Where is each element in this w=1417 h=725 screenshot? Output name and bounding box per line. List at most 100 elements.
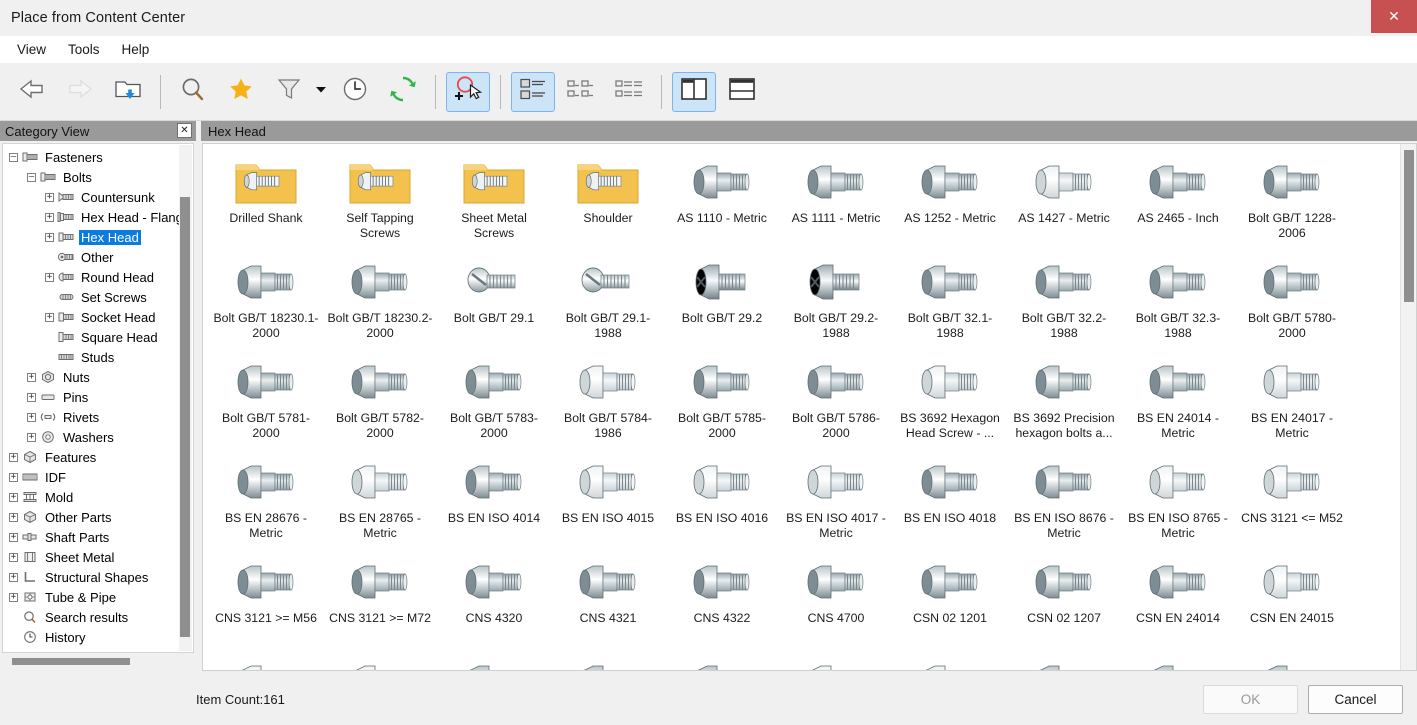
content-item[interactable]: BS EN ISO 8765 - Metric bbox=[1121, 450, 1235, 550]
expand-icon[interactable]: + bbox=[9, 472, 18, 482]
content-item[interactable]: AS 1110 - Metric bbox=[665, 150, 779, 250]
content-item[interactable]: AS 2465 - Inch bbox=[1121, 150, 1235, 250]
content-item[interactable] bbox=[551, 650, 665, 670]
tree-item-history[interactable]: History bbox=[3, 627, 193, 647]
expand-icon[interactable]: + bbox=[9, 532, 18, 542]
search-button[interactable] bbox=[171, 72, 215, 112]
expand-icon[interactable]: + bbox=[9, 512, 18, 522]
content-item[interactable]: BS 3692 Precision hexagon bolts a... bbox=[1007, 350, 1121, 450]
view-list-button[interactable] bbox=[607, 72, 651, 112]
view-tiles-button[interactable] bbox=[511, 71, 555, 112]
content-item[interactable] bbox=[1235, 650, 1349, 670]
view-icons-button[interactable] bbox=[559, 72, 603, 112]
back-button[interactable] bbox=[10, 72, 54, 112]
filter-button[interactable] bbox=[267, 72, 311, 112]
content-item[interactable]: Drilled Shank bbox=[209, 150, 323, 250]
content-item[interactable] bbox=[1007, 650, 1121, 670]
collapse-icon[interactable]: – bbox=[9, 152, 18, 162]
content-item[interactable]: CNS 3121 >= M56 bbox=[209, 550, 323, 650]
content-item[interactable]: CNS 4321 bbox=[551, 550, 665, 650]
content-item[interactable]: CNS 4320 bbox=[437, 550, 551, 650]
tree-item-mold[interactable]: + Mold bbox=[3, 487, 193, 507]
content-item[interactable]: Bolt GB/T 18230.2-2000 bbox=[323, 250, 437, 350]
expand-icon[interactable]: + bbox=[27, 392, 36, 402]
refresh-button[interactable] bbox=[381, 72, 425, 112]
tree-item-studs[interactable]: Studs bbox=[3, 347, 193, 367]
content-item[interactable] bbox=[665, 650, 779, 670]
close-icon[interactable]: ✕ bbox=[1371, 0, 1417, 33]
tree-item-features[interactable]: + Features bbox=[3, 447, 193, 467]
content-item[interactable]: BS EN 28676 - Metric bbox=[209, 450, 323, 550]
content-item[interactable]: Bolt GB/T 5785-2000 bbox=[665, 350, 779, 450]
content-item[interactable]: CNS 3121 <= M52 bbox=[1235, 450, 1349, 550]
content-item[interactable]: BS EN ISO 4014 bbox=[437, 450, 551, 550]
tree-item-bolts[interactable]: – Bolts bbox=[3, 167, 193, 187]
content-item[interactable] bbox=[779, 650, 893, 670]
menu-item-help[interactable]: Help bbox=[111, 39, 161, 60]
content-item[interactable]: AS 1427 - Metric bbox=[1007, 150, 1121, 250]
content-item[interactable]: Bolt GB/T 32.2-1988 bbox=[1007, 250, 1121, 350]
expand-icon[interactable]: + bbox=[9, 492, 18, 502]
content-item[interactable]: Bolt GB/T 5784-1986 bbox=[551, 350, 665, 450]
content-item[interactable]: BS EN 24014 - Metric bbox=[1121, 350, 1235, 450]
tree-item-rivets[interactable]: + Rivets bbox=[3, 407, 193, 427]
layout-horizontal-button[interactable] bbox=[720, 72, 764, 112]
content-item[interactable]: CSN EN 24015 bbox=[1235, 550, 1349, 650]
expand-icon[interactable]: + bbox=[9, 452, 18, 462]
content-item[interactable]: Bolt GB/T 5782-2000 bbox=[323, 350, 437, 450]
tree-item-socket-head[interactable]: + Socket Head bbox=[3, 307, 193, 327]
content-item[interactable]: CSN 02 1207 bbox=[1007, 550, 1121, 650]
content-item[interactable] bbox=[1121, 650, 1235, 670]
tree-item-shaft-parts[interactable]: + Shaft Parts bbox=[3, 527, 193, 547]
content-item[interactable]: CSN EN 24014 bbox=[1121, 550, 1235, 650]
tree-item-other[interactable]: Other bbox=[3, 247, 193, 267]
category-tree-hscrollbar[interactable] bbox=[6, 655, 192, 669]
tree-item-search-results[interactable]: Search results bbox=[3, 607, 193, 627]
content-item[interactable]: Bolt GB/T 32.1-1988 bbox=[893, 250, 1007, 350]
content-item[interactable]: BS 3692 Hexagon Head Screw - ... bbox=[893, 350, 1007, 450]
content-item[interactable]: Bolt GB/T 5786-2000 bbox=[779, 350, 893, 450]
category-tree-hscroll-thumb[interactable] bbox=[12, 658, 130, 665]
content-item[interactable]: BS EN ISO 4018 bbox=[893, 450, 1007, 550]
content-item[interactable]: BS EN ISO 4017 - Metric bbox=[779, 450, 893, 550]
content-item[interactable]: AS 1252 - Metric bbox=[893, 150, 1007, 250]
expand-icon[interactable]: + bbox=[27, 372, 36, 382]
content-item[interactable] bbox=[893, 650, 1007, 670]
expand-icon[interactable]: + bbox=[45, 272, 54, 282]
category-tree-scroll-thumb[interactable] bbox=[180, 197, 190, 637]
expand-icon[interactable]: + bbox=[45, 232, 54, 242]
layout-vertical-button[interactable] bbox=[672, 71, 716, 112]
content-item[interactable]: Bolt GB/T 5783-2000 bbox=[437, 350, 551, 450]
tree-item-washers[interactable]: + Washers bbox=[3, 427, 193, 447]
expand-icon[interactable]: + bbox=[9, 572, 18, 582]
tree-item-nuts[interactable]: + Nuts bbox=[3, 367, 193, 387]
tree-item-round-head[interactable]: + Round Head bbox=[3, 267, 193, 287]
tree-item-hex-head-flang[interactable]: + Hex Head - Flang bbox=[3, 207, 193, 227]
content-item[interactable]: CNS 4322 bbox=[665, 550, 779, 650]
tree-item-hex-head[interactable]: + Hex Head bbox=[3, 227, 193, 247]
content-item[interactable]: Bolt GB/T 5780-2000 bbox=[1235, 250, 1349, 350]
tree-item-square-head[interactable]: Square Head bbox=[3, 327, 193, 347]
content-item[interactable]: CNS 3121 >= M72 bbox=[323, 550, 437, 650]
content-item[interactable]: Bolt GB/T 18230.1-2000 bbox=[209, 250, 323, 350]
ok-button[interactable]: OK bbox=[1203, 684, 1298, 714]
content-item[interactable]: Bolt GB/T 29.1-1988 bbox=[551, 250, 665, 350]
content-item[interactable]: CNS 4700 bbox=[779, 550, 893, 650]
content-item[interactable]: CSN 02 1201 bbox=[893, 550, 1007, 650]
content-item[interactable]: BS EN ISO 8676 - Metric bbox=[1007, 450, 1121, 550]
content-item[interactable]: Shoulder bbox=[551, 150, 665, 250]
cancel-button[interactable]: Cancel bbox=[1308, 684, 1403, 714]
content-scroll-thumb[interactable] bbox=[1404, 150, 1414, 302]
content-item[interactable]: BS EN ISO 4015 bbox=[551, 450, 665, 550]
content-item[interactable]: BS EN 28765 - Metric bbox=[323, 450, 437, 550]
content-item[interactable]: Sheet Metal Screws bbox=[437, 150, 551, 250]
zoom-preview-button[interactable] bbox=[446, 71, 490, 112]
content-item[interactable]: Bolt GB/T 29.1 bbox=[437, 250, 551, 350]
menu-item-tools[interactable]: Tools bbox=[57, 39, 111, 60]
content-item[interactable] bbox=[323, 650, 437, 670]
content-item[interactable]: Bolt GB/T 29.2-1988 bbox=[779, 250, 893, 350]
expand-icon[interactable]: + bbox=[27, 432, 36, 442]
content-item[interactable]: BS EN 24017 - Metric bbox=[1235, 350, 1349, 450]
category-tree-scrollbar[interactable] bbox=[179, 145, 192, 651]
filter-dropdown[interactable] bbox=[313, 72, 329, 112]
